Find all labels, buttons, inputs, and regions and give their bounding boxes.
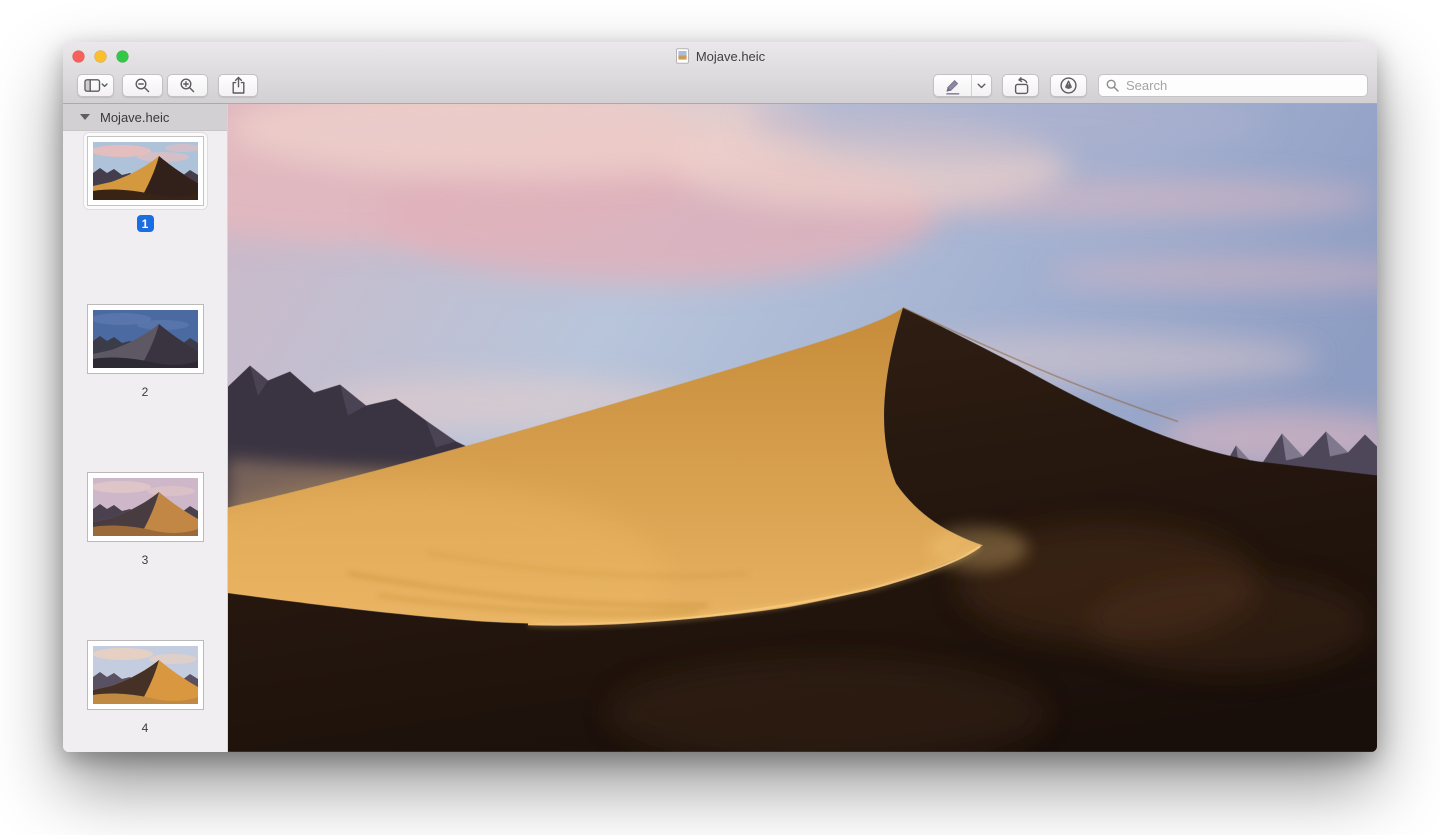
- markup-pen-dropdown-button[interactable]: [972, 75, 991, 96]
- page-number-label: 3: [142, 553, 149, 567]
- mojave-dune-image: [228, 104, 1377, 752]
- thumbnail-image-day: [93, 142, 198, 200]
- thumbnail-item-1[interactable]: 1: [63, 131, 227, 299]
- search-input[interactable]: [1124, 77, 1360, 94]
- preview-window: Mojave.heic: [63, 42, 1377, 752]
- thumbnail-frame: [88, 641, 203, 709]
- rotate-left-icon: [1011, 77, 1031, 95]
- sidebar: Mojave.heic: [63, 104, 228, 752]
- thumbnail-list: 1: [63, 131, 227, 752]
- highlighter-pen-icon: [943, 76, 961, 95]
- disclosure-triangle-icon[interactable]: [80, 114, 90, 120]
- thumbnail-item-3[interactable]: 3: [63, 467, 227, 635]
- search-field[interactable]: [1098, 74, 1368, 97]
- thumbnail-frame: [88, 473, 203, 541]
- zoom-in-icon: [179, 77, 196, 94]
- minimize-button[interactable]: [94, 50, 107, 63]
- document-proxy-icon: [675, 48, 690, 64]
- thumbnail-frame: [88, 137, 203, 205]
- window-chrome: Mojave.heic: [63, 42, 1377, 104]
- share-icon: [230, 76, 247, 95]
- thumbnail-frame: [88, 305, 203, 373]
- thumbnail-item-4[interactable]: 4: [63, 635, 227, 752]
- page-number-label: 2: [142, 385, 149, 399]
- show-markup-toolbar-button[interactable]: [1050, 74, 1087, 97]
- window-body: Mojave.heic: [63, 104, 1377, 752]
- page-number-badge: 1: [137, 215, 154, 232]
- pen-nib-circle-icon: [1059, 76, 1078, 95]
- thumbnail-selection-frame: [84, 133, 207, 209]
- window-title-text: Mojave.heic: [696, 49, 765, 64]
- close-button[interactable]: [72, 50, 85, 63]
- markup-pen-button[interactable]: [934, 75, 971, 96]
- thumbnail-image-night: [93, 310, 198, 368]
- crest-cusp-glow: [928, 526, 1028, 570]
- chevron-down-icon: [977, 83, 986, 89]
- zoom-out-button[interactable]: [122, 74, 163, 97]
- toolbar: [63, 70, 1377, 103]
- page-number-label: 4: [142, 721, 149, 735]
- sidebar-header-label: Mojave.heic: [100, 110, 169, 125]
- window-title: Mojave.heic: [675, 48, 765, 64]
- search-icon: [1106, 79, 1119, 92]
- sidebar-section-header[interactable]: Mojave.heic: [63, 104, 227, 131]
- share-button[interactable]: [218, 74, 258, 97]
- zoom-button[interactable]: [116, 50, 129, 63]
- document-image-view: [228, 104, 1377, 752]
- sidebar-toggle-button[interactable]: [77, 74, 114, 97]
- traffic-lights: [72, 50, 129, 63]
- thumbnail-image-day2: [93, 646, 198, 704]
- titlebar: Mojave.heic: [63, 42, 1377, 70]
- markup-pen-button-group: [933, 74, 992, 97]
- thumbnail-item-2[interactable]: 2: [63, 299, 227, 467]
- sidebar-icon: [84, 78, 108, 93]
- zoom-out-icon: [134, 77, 151, 94]
- thumbnail-image-dawn: [93, 478, 198, 536]
- zoom-in-button[interactable]: [167, 74, 208, 97]
- rotate-left-button[interactable]: [1002, 74, 1039, 97]
